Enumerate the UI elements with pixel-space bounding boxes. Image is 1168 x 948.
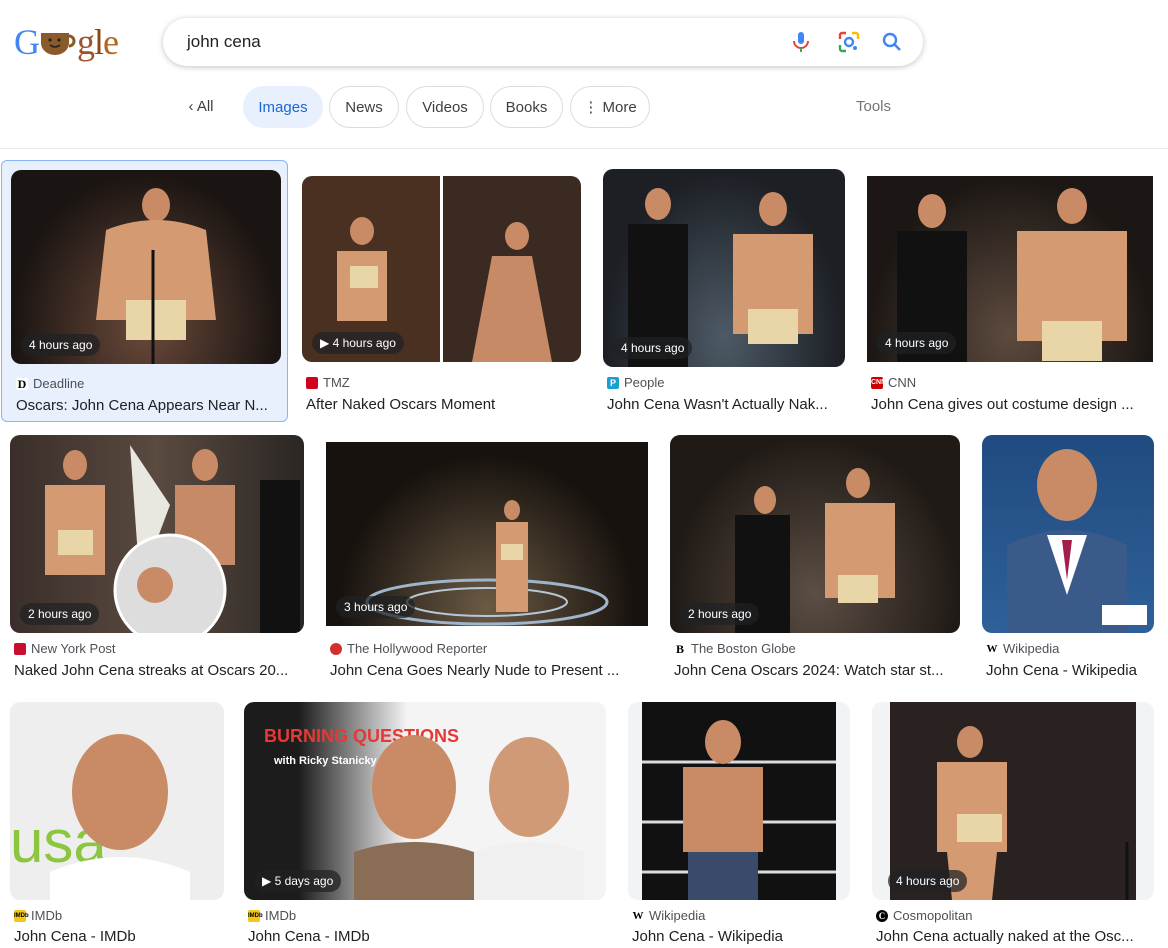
search-box[interactable]: john cena <box>163 18 923 66</box>
play-icon: ▶ <box>262 874 275 888</box>
result-title[interactable]: John Cena - IMDb <box>248 928 608 945</box>
result-source: Deadline <box>33 376 85 391</box>
result-title[interactable]: John Cena actually naked at the Osc... <box>876 928 1152 945</box>
bostonglobe-favicon: B <box>674 641 686 656</box>
time-badge: 2 hours ago <box>680 603 760 625</box>
cosmopolitan-favicon: C <box>876 909 888 922</box>
time-badge: 4 hours ago <box>21 334 101 356</box>
tools-button[interactable]: Tools <box>856 98 891 115</box>
result-thumbnail[interactable] <box>628 702 850 900</box>
result-thumbnail[interactable]: 2 hours ago <box>670 435 960 633</box>
chevron-left-icon: ‹ <box>188 98 197 115</box>
nypost-favicon <box>14 642 26 655</box>
image-result[interactable]: usa IMDb IMDb John Cena - IMDb <box>4 694 230 948</box>
image-result[interactable]: W Wikipedia John Cena - Wikipedia <box>976 428 1160 690</box>
result-title[interactable]: After Naked Oscars Moment <box>306 396 581 413</box>
play-icon: ▶ <box>320 336 333 350</box>
microphone-icon[interactable] <box>789 30 813 54</box>
result-title[interactable]: John Cena Wasn't Actually Nak... <box>607 396 839 413</box>
result-thumbnail[interactable] <box>982 435 1154 633</box>
header-divider <box>0 148 1168 149</box>
imdb-favicon: IMDb <box>14 909 29 922</box>
more-vert-icon: ⋮ <box>583 99 603 116</box>
result-title[interactable]: John Cena Oscars 2024: Watch star st... <box>674 662 958 679</box>
tab-more[interactable]: ⋮ More <box>570 86 650 128</box>
tab-videos[interactable]: Videos <box>406 86 484 128</box>
result-thumbnail[interactable]: 4 hours ago <box>11 170 281 364</box>
time-badge: 4 hours ago <box>613 337 693 359</box>
result-title[interactable]: Naked John Cena streaks at Oscars 20... <box>14 662 304 679</box>
image-result[interactable]: W Wikipedia John Cena - Wikipedia <box>622 694 858 948</box>
google-logo[interactable]: G gle <box>14 22 119 62</box>
photo-figure <box>642 702 836 900</box>
result-source: Wikipedia <box>1003 641 1060 656</box>
result-thumbnail[interactable]: BURNING QUESTIONS with Ricky Stanicky ▶ 5… <box>244 702 606 900</box>
result-title[interactable]: John Cena Goes Nearly Nude to Present ..… <box>330 662 630 679</box>
result-source: TMZ <box>323 375 350 390</box>
time-badge: 4 hours ago <box>888 870 968 892</box>
tab-news[interactable]: News <box>329 86 399 128</box>
search-icon[interactable] <box>880 30 904 54</box>
image-result[interactable]: 4 hours ago CNN CNN John Cena gives out c… <box>861 160 1159 422</box>
tmz-favicon <box>306 376 318 389</box>
imdb-favicon: IMDb <box>248 909 263 922</box>
tab-books[interactable]: Books <box>490 86 563 128</box>
time-badge: ▶ 5 days ago <box>254 870 342 892</box>
image-result[interactable]: 4 hours ago C Cosmopolitan John Cena actu… <box>866 694 1160 948</box>
image-result[interactable]: 4 hours ago D Deadline Oscars: John Cena … <box>1 160 288 422</box>
image-result[interactable]: 2 hours ago B The Boston Globe John Cena … <box>664 428 966 690</box>
result-title[interactable]: John Cena gives out costume design ... <box>871 396 1151 413</box>
result-thumbnail[interactable]: 4 hours ago <box>603 169 845 367</box>
image-result[interactable]: 3 hours ago The Hollywood Reporter John … <box>320 428 654 690</box>
thr-favicon <box>330 642 342 655</box>
result-source: IMDb <box>265 908 297 923</box>
result-thumbnail[interactable]: ▶ 4 hours ago <box>302 176 581 362</box>
result-source: The Boston Globe <box>691 641 796 656</box>
result-source: The Hollywood Reporter <box>347 641 488 656</box>
time-badge: 4 hours ago <box>877 332 957 354</box>
result-source: Wikipedia <box>649 908 706 923</box>
result-thumbnail[interactable]: 4 hours ago <box>867 176 1153 362</box>
ricky-text: with Ricky Stanicky <box>273 755 378 767</box>
wikipedia-favicon: W <box>632 909 644 922</box>
result-thumbnail[interactable]: 2 hours ago <box>10 435 304 633</box>
image-result[interactable]: 2 hours ago New York Post Naked John Cen… <box>4 428 312 690</box>
result-thumbnail[interactable]: usa <box>10 702 224 900</box>
photo-figure: usa <box>10 734 190 900</box>
result-title[interactable]: John Cena - IMDb <box>14 928 224 945</box>
result-thumbnail[interactable]: 4 hours ago <box>872 702 1154 900</box>
result-source: New York Post <box>31 641 116 656</box>
tab-all[interactable]: ‹ All <box>176 86 226 128</box>
time-badge: 3 hours ago <box>336 596 416 618</box>
people-favicon: P <box>607 376 619 389</box>
lens-icon[interactable] <box>837 30 861 54</box>
time-badge: 2 hours ago <box>20 603 100 625</box>
result-source: Cosmopolitan <box>893 908 973 923</box>
result-thumbnail[interactable]: 3 hours ago <box>326 442 648 626</box>
result-title[interactable]: Oscars: John Cena Appears Near N... <box>16 397 278 414</box>
search-input[interactable]: john cena <box>187 18 261 66</box>
tab-images[interactable]: Images <box>243 86 323 128</box>
result-source: CNN <box>888 375 917 390</box>
image-result[interactable]: BURNING QUESTIONS with Ricky Stanicky ▶ 5… <box>238 694 616 948</box>
result-title[interactable]: John Cena - Wikipedia <box>986 662 1154 679</box>
deadline-favicon: D <box>16 376 28 391</box>
cnn-favicon: CNN <box>871 376 886 389</box>
time-badge: ▶ 4 hours ago <box>312 332 404 354</box>
result-source: IMDb <box>31 908 63 923</box>
photo-figure <box>1007 449 1147 633</box>
result-title[interactable]: John Cena - Wikipedia <box>632 928 852 945</box>
image-result[interactable]: 4 hours ago P People John Cena Wasn't Act… <box>597 160 851 422</box>
result-source: People <box>624 375 665 390</box>
wikipedia-favicon: W <box>986 642 998 655</box>
image-result[interactable]: ▶ 4 hours ago TMZ After Naked Oscars Mom… <box>296 160 587 422</box>
